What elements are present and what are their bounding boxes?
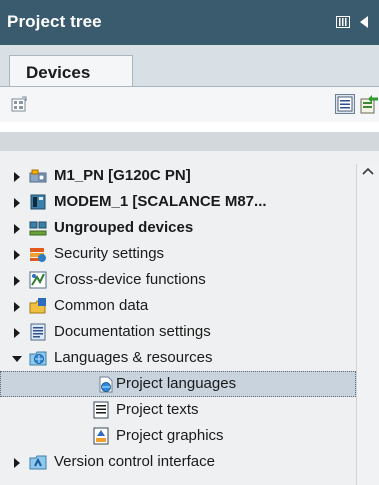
tree-item-label: Project graphics — [116, 427, 224, 444]
tree-item-label: Project texts — [116, 401, 199, 418]
tree-item-cross-device-functions[interactable]: Cross-device functions — [0, 267, 356, 293]
tree-item-label: M1_PN [G120C PN] — [54, 167, 191, 184]
tree-item-languages-resources[interactable]: Languages & resources — [0, 345, 356, 371]
languages-icon — [29, 351, 47, 366]
expand-arrow-icon[interactable] — [14, 328, 20, 338]
security-settings-icon — [30, 248, 46, 262]
collapse-arrow-icon[interactable] — [12, 356, 22, 362]
expand-arrow-icon[interactable] — [14, 250, 20, 260]
tree-item-label: Ungrouped devices — [54, 219, 194, 236]
overview-icon[interactable] — [10, 96, 28, 114]
export-icon[interactable] — [359, 93, 379, 115]
cross-device-icon — [29, 271, 47, 289]
project-languages-icon — [99, 376, 113, 393]
documentation-icon — [30, 323, 46, 341]
tree-item-project-languages[interactable]: Project languages — [0, 371, 356, 397]
tree-header — [0, 132, 379, 151]
tree-item-ungrouped-devices[interactable]: Ungrouped devices — [0, 215, 356, 241]
modem-device-icon — [30, 194, 46, 210]
tab-bar: Devices — [0, 45, 379, 88]
tree-item-project-graphics[interactable]: Project graphics — [0, 423, 356, 449]
tree-item-common-data[interactable]: Common data — [0, 293, 356, 319]
project-texts-icon — [93, 401, 109, 419]
expand-arrow-icon[interactable] — [14, 458, 20, 468]
expand-arrow-icon[interactable] — [14, 276, 20, 286]
project-tree: M1_PN [G120C PN] MODEM_1 [SCALANCE M87..… — [0, 151, 379, 485]
tree-item-label: Cross-device functions — [54, 271, 206, 288]
version-control-icon — [29, 455, 47, 470]
expand-arrow-icon[interactable] — [14, 172, 20, 182]
drive-device-icon — [29, 169, 47, 183]
tree-item-modem-1[interactable]: MODEM_1 [SCALANCE M87... — [0, 189, 356, 215]
vertical-scrollbar[interactable] — [356, 164, 379, 485]
details-view-icon[interactable] — [335, 94, 355, 114]
tree-item-label: MODEM_1 [SCALANCE M87... — [54, 193, 267, 210]
tree-item-label: Common data — [54, 297, 149, 314]
scroll-up-icon[interactable] — [360, 164, 376, 178]
tab-devices-label: Devices — [26, 63, 91, 82]
tab-devices[interactable]: Devices — [9, 55, 133, 88]
expand-arrow-icon[interactable] — [14, 302, 20, 312]
project-graphics-icon — [93, 427, 109, 445]
tree-item-label: Project languages — [116, 375, 237, 392]
tree-toolbar — [0, 87, 379, 122]
common-data-icon — [29, 298, 46, 314]
expand-arrow-icon[interactable] — [14, 224, 20, 234]
expand-arrow-icon[interactable] — [14, 198, 20, 208]
collapse-left-icon[interactable] — [359, 16, 369, 28]
tree-item-security-settings[interactable]: Security settings — [0, 241, 356, 267]
tree-item-project-texts[interactable]: Project texts — [0, 397, 356, 423]
tree-item-label: Documentation settings — [54, 323, 211, 340]
tree-item-m1-pn[interactable]: M1_PN [G120C PN] — [0, 163, 356, 189]
tree-item-label: Version control interface — [54, 453, 215, 470]
pin-icon[interactable] — [336, 16, 350, 28]
tree-item-label: Languages & resources — [54, 349, 213, 366]
tree-item-label: Security settings — [54, 245, 165, 262]
panel-title-bar: Project tree — [0, 0, 379, 45]
tree-item-version-control-interface[interactable]: Version control interface — [0, 449, 356, 475]
tree-item-documentation-settings[interactable]: Documentation settings — [0, 319, 356, 345]
ungrouped-devices-icon — [29, 221, 47, 236]
panel-title: Project tree — [7, 12, 102, 31]
